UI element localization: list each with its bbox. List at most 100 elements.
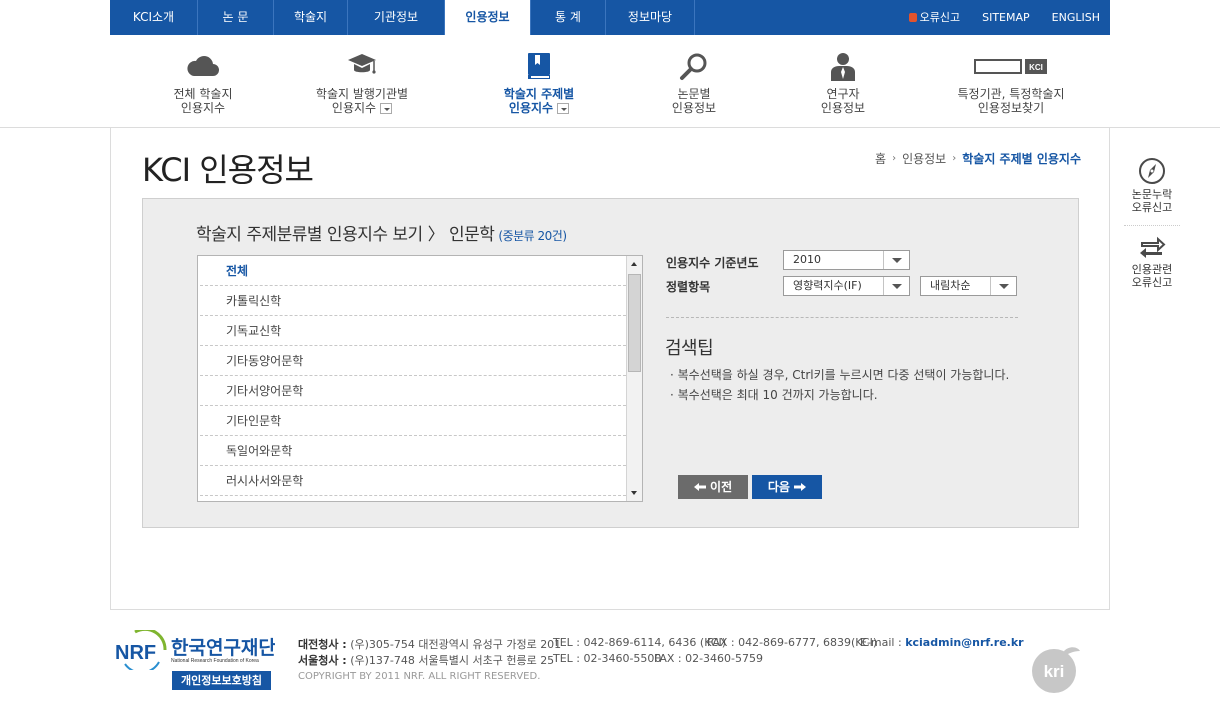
footer-seoul-fax: FAX : 02-3460-5759	[654, 652, 764, 665]
nrf-logo-icon: NRF 한국연구재단 National Research Foundation …	[115, 627, 276, 674]
top-menu: KCI소개 논 문 학술지 기관정보 인용정보 통 계 정보마당	[110, 0, 695, 35]
footer-seoul-tel: TEL : 02-3460-5500	[553, 652, 662, 665]
cloud-icon	[187, 56, 219, 76]
panel-title: 학술지 주제분류별 인용지수 보기 〉 인문학 (중분류 20건)	[196, 220, 567, 245]
arrow-left-icon	[693, 483, 706, 491]
subnav-by-publisher[interactable]: 학술지 발행기관별 인용지수	[310, 35, 414, 128]
arrow-right-icon	[794, 483, 807, 491]
sitemap-link[interactable]: SITEMAP	[982, 0, 1030, 35]
seoul-address: (우)137-748 서울특별시 서초구 헌릉로 25	[350, 654, 555, 667]
email-link[interactable]: kciadmin@nrf.re.kr	[905, 636, 1023, 649]
exchange-icon	[1140, 236, 1166, 258]
top-menu-journals[interactable]: 학술지	[274, 0, 348, 35]
side-citation-report[interactable]: 인용관련 오류신고	[1122, 236, 1182, 289]
tip-text: · 복수선택을 하실 경우, Ctrl키를 누르시면 다중 선택이 가능합니다.	[670, 368, 1010, 382]
error-report-link[interactable]: 오류신고	[908, 0, 961, 35]
sort-select-value: 영향력지수(IF)	[793, 279, 862, 292]
side-missing-paper-report[interactable]: 논문누락 오류신고	[1122, 157, 1182, 214]
search-box-icon: KCI	[974, 59, 1047, 74]
next-button[interactable]: 다음	[752, 475, 822, 499]
side-divider	[1124, 225, 1180, 226]
chevron-down-icon	[883, 277, 909, 295]
list-item[interactable]: 러시사서와문학	[200, 466, 626, 496]
breadcrumb-home[interactable]: 홈	[875, 150, 886, 167]
panel-title-text: 학술지 주제분류별 인용지수 보기 〉 인문학	[196, 225, 495, 245]
person-icon	[831, 53, 855, 81]
privacy-policy-button[interactable]: 개인정보보호방침	[172, 671, 271, 690]
subnav-researcher[interactable]: 연구자 인용정보	[806, 35, 880, 128]
email-label: E-mail :	[860, 636, 902, 649]
nrf-logo: NRF 한국연구재단 National Research Foundation …	[115, 627, 276, 674]
subnav-by-paper[interactable]: 논문별 인용정보	[656, 35, 732, 128]
next-button-label: 다음	[767, 480, 790, 494]
list-item[interactable]: 독일어와문학	[200, 436, 626, 466]
chevron-down-icon	[883, 251, 909, 269]
topbar-left-margin	[0, 0, 110, 35]
magnifier-icon	[680, 53, 707, 80]
prev-button[interactable]: 이전	[678, 475, 748, 499]
breadcrumb-level1[interactable]: 인용정보	[902, 150, 946, 167]
topbar-right-margin	[1110, 0, 1220, 35]
scroll-down-icon[interactable]	[627, 485, 642, 501]
utility-links: 오류신고 SITEMAP ENGLISH	[908, 0, 1100, 35]
top-menu-info-square[interactable]: 정보마당	[606, 0, 695, 35]
order-select[interactable]: 내림차순	[920, 276, 1017, 296]
top-menu-papers[interactable]: 논 문	[198, 0, 274, 35]
kri-logo-icon: kri	[1032, 647, 1080, 693]
chevron-right-icon: ›	[892, 153, 897, 164]
subject-listbox[interactable]: 전체 카톨릭신학 기독교신학 기타동양어문학 기타서양어문학 기타인문학 독일어…	[197, 255, 643, 502]
daejeon-address: (우)305-754 대전광역시 유성구 가정로 201	[350, 638, 562, 651]
year-label: 인용지수 기준년도	[666, 256, 759, 270]
footer-daejeon-fax: FAX : 042-869-6777, 6839(KCI)	[707, 636, 878, 649]
kri-logo: kri	[1030, 645, 1082, 697]
divider	[666, 317, 1018, 318]
top-menu-kci-intro[interactable]: KCI소개	[110, 0, 198, 35]
side-label: 오류신고	[1131, 276, 1173, 289]
list-scrollbar[interactable]	[626, 256, 642, 501]
order-select-value: 내림차순	[930, 279, 971, 292]
seoul-label: 서울청사 :	[298, 654, 347, 667]
scroll-up-icon[interactable]	[627, 256, 642, 272]
dropdown-icon[interactable]	[380, 103, 393, 114]
list-item[interactable]: 전체	[200, 256, 626, 286]
page-title: KCI 인용정보	[142, 151, 314, 189]
list-item[interactable]: 카톨릭신학	[200, 286, 626, 316]
book-icon	[528, 53, 550, 79]
footer-daejeon-tel: TEL : 042-869-6114, 6436 (KCI)	[553, 636, 727, 649]
subnav-specific-search[interactable]: KCI 특정기관, 특정학술지 인용정보찾기	[950, 35, 1072, 128]
top-menu-citations[interactable]: 인용정보	[445, 0, 531, 35]
svg-text:KCI: KCI	[1029, 63, 1043, 72]
dropdown-icon[interactable]	[557, 103, 570, 114]
subnav-all-journals[interactable]: 전체 학술지 인용지수	[160, 35, 246, 128]
subnav-label: 논문별 인용정보	[671, 87, 717, 115]
subnav-label: 학술지 주제별 인용지수	[503, 87, 575, 115]
chevron-right-icon: ›	[952, 153, 957, 164]
list-item[interactable]: 기타동양어문학	[200, 346, 626, 376]
copyright: COPYRIGHT BY 2011 NRF. ALL RIGHT RESERVE…	[298, 671, 541, 682]
list-item[interactable]: 기독교신학	[200, 316, 626, 346]
year-select[interactable]: 2010	[783, 250, 910, 270]
sub-navigation: 전체 학술지 인용지수 학술지 발행기관별 인용지수 학술지 주제별 인용지수 논문별…	[0, 35, 1220, 128]
svg-text:National Research Foundation o: National Research Foundation of Korea	[171, 658, 259, 664]
subnav-by-subject[interactable]: 학술지 주제별 인용지수	[496, 35, 582, 128]
list-item[interactable]: 기타서양어문학	[200, 376, 626, 406]
svg-text:한국연구재단: 한국연구재단	[171, 637, 275, 659]
footer-seoul: 서울청사 : (우)137-748 서울특별시 서초구 헌릉로 25	[298, 652, 554, 668]
daejeon-label: 대전청사 :	[298, 638, 347, 651]
top-menu-statistics[interactable]: 통 계	[531, 0, 606, 35]
top-menu-institutions[interactable]: 기관정보	[348, 0, 445, 35]
breadcrumb-current: 학술지 주제별 인용지수	[962, 152, 1081, 166]
sort-select[interactable]: 영향력지수(IF)	[783, 276, 910, 296]
list-item[interactable]: 기타인문학	[200, 406, 626, 436]
scrollbar-thumb[interactable]	[628, 274, 641, 372]
breadcrumb: 홈 › 인용정보 › 학술지 주제별 인용지수	[875, 150, 1081, 167]
side-label: 인용관련	[1131, 263, 1173, 276]
prev-button-label: 이전	[710, 480, 733, 494]
subnav-label: 전체 학술지 인용지수	[173, 87, 233, 115]
footer-daejeon: 대전청사 : (우)305-754 대전광역시 유성구 가정로 201	[298, 636, 561, 652]
result-count: (중분류 20건)	[498, 229, 567, 243]
sort-label: 정렬항목	[666, 280, 711, 294]
error-report-label: 오류신고	[919, 11, 961, 24]
english-link[interactable]: ENGLISH	[1052, 0, 1100, 35]
tip-title: 검색팁	[665, 338, 714, 359]
